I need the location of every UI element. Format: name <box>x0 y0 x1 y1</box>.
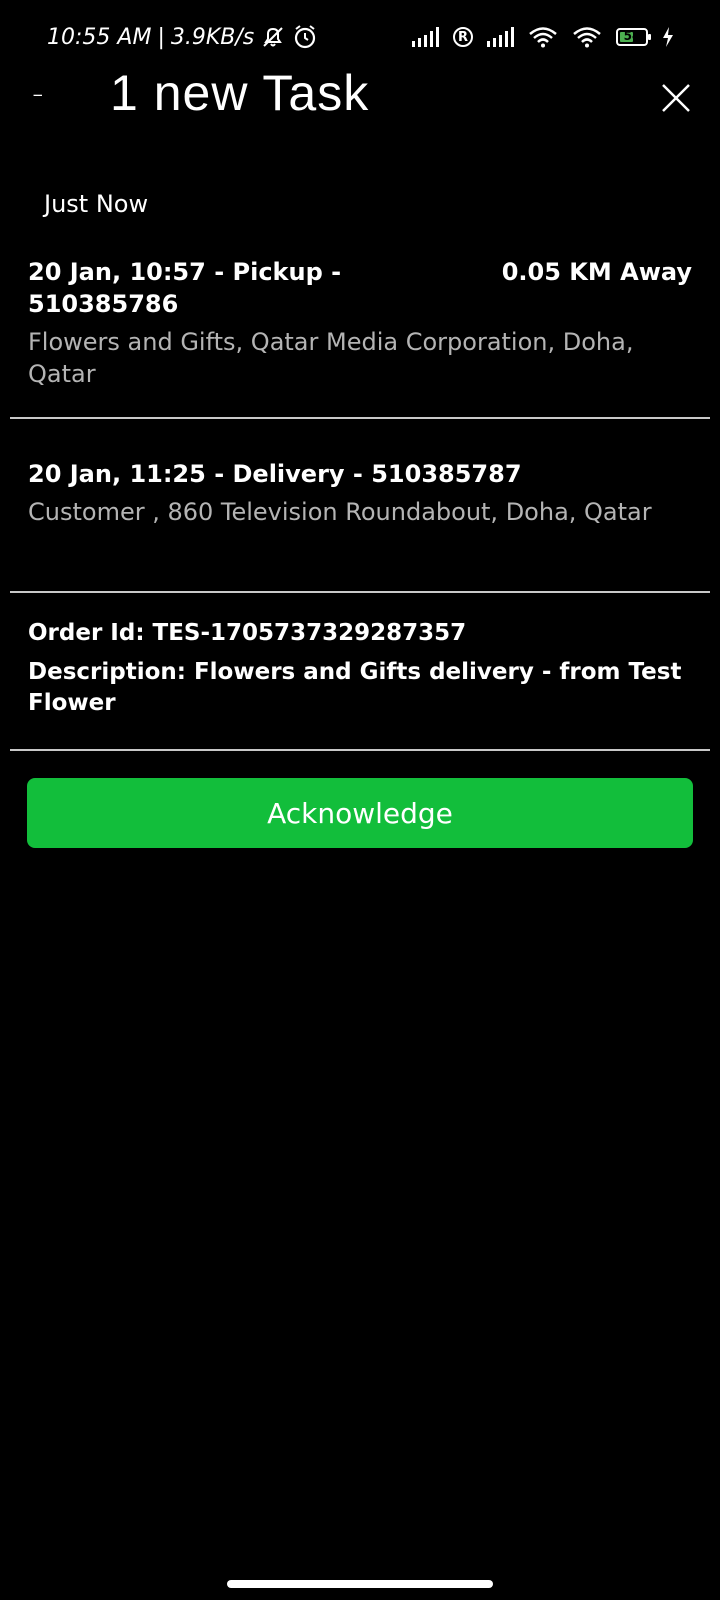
acknowledge-button[interactable]: Acknowledge <box>27 778 693 848</box>
pickup-address: Flowers and Gifts, Qatar Media Corporati… <box>28 328 634 388</box>
status-right: R 54 <box>412 26 674 48</box>
charging-icon <box>663 27 673 47</box>
divider <box>10 749 710 751</box>
wifi-icon <box>529 27 557 48</box>
page-title: 1 new Task <box>110 65 370 121</box>
delivery-task-heading: 20 Jan, 11:25 - Delivery - 510385787 <box>28 460 522 488</box>
divider <box>10 417 710 419</box>
delivery-address: Customer , 860 Television Roundabout, Do… <box>28 498 652 526</box>
order-details: Order Id: TES-1705737329287357 Descripti… <box>28 618 692 727</box>
pickup-task-heading-line2: 510385786 <box>28 290 179 318</box>
battery-level: 54 <box>623 29 641 43</box>
wifi-icon <box>573 27 601 48</box>
pickup-task[interactable]: 20 Jan, 10:57 - Pickup - 510385786 0.05 … <box>28 256 692 390</box>
signal-icon <box>487 27 514 47</box>
pickup-distance: 0.05 KM Away <box>501 258 692 286</box>
pickup-task-header: 20 Jan, 10:57 - Pickup - 510385786 0.05 … <box>28 256 692 320</box>
roaming-icon: R <box>453 27 473 47</box>
menu-dash[interactable]: - <box>32 74 44 112</box>
alarm-icon <box>295 25 316 49</box>
battery-icon: 54 <box>616 28 651 46</box>
section-label: Just Now <box>44 190 149 218</box>
pickup-task-heading: 20 Jan, 10:57 - Pickup - 510385786 <box>28 256 341 320</box>
order-id: Order Id: TES-1705737329287357 <box>28 620 467 646</box>
pickup-task-heading-line1: 20 Jan, 10:57 - Pickup - <box>28 258 342 286</box>
home-indicator[interactable] <box>227 1580 493 1588</box>
close-icon[interactable] <box>660 82 692 114</box>
mute-icon <box>263 27 283 47</box>
divider <box>10 591 710 593</box>
order-description: Description: Flowers and Gifts delivery … <box>28 659 682 716</box>
header: - 1 new Task <box>0 60 720 130</box>
status-time: 10:55 AM <box>47 24 152 50</box>
signal-icon <box>412 27 439 47</box>
network-speed: 3.9KB/s <box>170 24 255 50</box>
status-left: 10:55 AM | 3.9KB/s <box>47 24 318 50</box>
delivery-task[interactable]: 20 Jan, 11:25 - Delivery - 510385787 Cus… <box>28 458 692 528</box>
